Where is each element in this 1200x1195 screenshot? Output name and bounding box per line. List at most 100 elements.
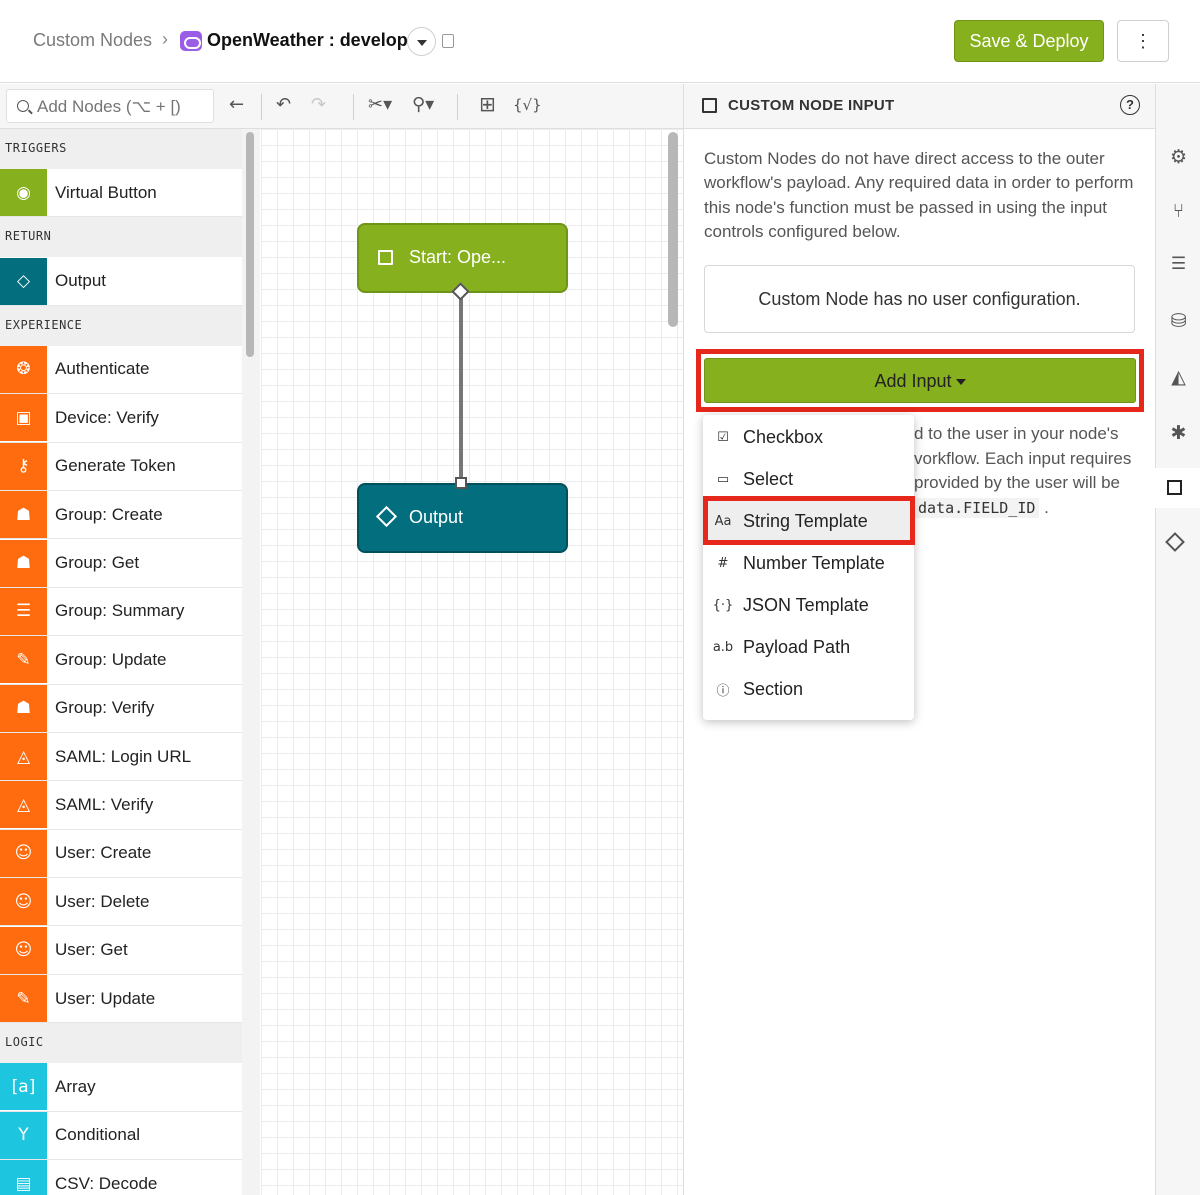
- menu-item-section[interactable]: ⓘ Section: [703, 668, 914, 710]
- palette-node-label: SAML: Verify: [55, 794, 154, 814]
- palette-node-label: Group: Summary: [55, 601, 185, 621]
- csv-icon: ▤: [0, 1160, 47, 1195]
- palette-node-item[interactable]: ☗ Group: Get: [0, 539, 242, 588]
- palette-node-label: Virtual Button: [55, 182, 157, 202]
- group-add-icon: ☗: [0, 491, 47, 539]
- start-node[interactable]: Start: Ope...: [357, 223, 568, 293]
- gear-icon[interactable]: ⚙: [1156, 146, 1200, 168]
- scissors-icon[interactable]: ✂▾: [368, 94, 392, 115]
- version-dropdown-button[interactable]: [407, 27, 436, 56]
- add-input-label: Add Input: [874, 371, 952, 391]
- output-node[interactable]: Output: [357, 483, 568, 553]
- chart-icon[interactable]: ◭: [1156, 366, 1200, 388]
- palette-node-item[interactable]: ◬ SAML: Verify: [0, 781, 242, 830]
- node-palette: TRIGGERS ◉ Virtual Button RETURN ◇ Output EXPE…: [0, 129, 242, 1195]
- select-icon: ▭: [716, 471, 730, 487]
- add-nodes-search[interactable]: [6, 89, 214, 123]
- version-branch-icon[interactable]: ⑂: [1156, 200, 1200, 222]
- target-icon: ◉: [0, 169, 47, 217]
- palette-node-item[interactable]: ▣ Device: Verify: [0, 394, 242, 443]
- json-view-icon[interactable]: {√}: [513, 96, 542, 114]
- palette-node-label: Group: Update: [55, 649, 167, 669]
- empty-config-message: Custom Node has no user configuration.: [704, 265, 1135, 333]
- palette-category-header: EXPERIENCE: [0, 305, 242, 346]
- redo-icon[interactable]: ↷: [311, 94, 326, 115]
- more-options-button[interactable]: ⋮: [1117, 20, 1169, 62]
- custom-node-icon: [1167, 480, 1182, 495]
- palette-node-item[interactable]: ✎ Group: Update: [0, 636, 242, 685]
- palette-node-label: Conditional: [55, 1125, 141, 1145]
- zoom-icon[interactable]: ⚲▾: [412, 94, 434, 115]
- palette-node-item[interactable]: Y Conditional: [0, 1111, 242, 1161]
- palette-scrollbar[interactable]: [246, 132, 254, 357]
- palette-node-item[interactable]: ☺ User: Delete: [0, 878, 242, 927]
- add-input-button[interactable]: Add Input: [704, 358, 1136, 403]
- json-icon: {·}: [712, 597, 734, 613]
- palette-node-item[interactable]: ☗ Group: Create: [0, 491, 242, 540]
- palette-node-item[interactable]: ☺ User: Create: [0, 829, 242, 879]
- array-icon: [a]: [0, 1063, 47, 1111]
- editor-toolbar: ← ↶ ↷ ✂▾ ⚲▾ ⊞ {√}: [0, 84, 683, 129]
- diamond-icon: ◇: [0, 257, 47, 305]
- toolbar-divider: [457, 94, 458, 120]
- menu-item-label: JSON Template: [743, 594, 869, 615]
- help-line: d to the user in your node's: [914, 424, 1119, 443]
- search-icon: [17, 100, 29, 112]
- palette-node-item[interactable]: ◉ Virtual Button: [0, 169, 242, 218]
- palette-node-item[interactable]: [a] Array: [0, 1063, 242, 1112]
- breadcrumb-custom-nodes[interactable]: Custom Nodes: [33, 30, 152, 51]
- menu-item-label: Checkbox: [743, 426, 824, 447]
- palette-node-item[interactable]: ☺ User: Get: [0, 926, 242, 975]
- palette-node-item[interactable]: ❂ Authenticate: [0, 345, 242, 395]
- code-sample: data.FIELD_ID: [914, 497, 1040, 518]
- palette-node-label: User: Get: [55, 940, 128, 960]
- path-icon: a.b: [712, 639, 734, 655]
- menu-item-label: Select: [743, 468, 794, 489]
- debug-bug-icon[interactable]: ✱: [1156, 422, 1200, 444]
- panel-description: Custom Nodes do not have direct access t…: [704, 149, 1134, 241]
- chevron-down-icon: [955, 379, 966, 386]
- palette-node-label: User: Delete: [55, 891, 150, 911]
- palette-node-item[interactable]: ⚷ Generate Token: [0, 442, 242, 491]
- copy-icon[interactable]: [442, 34, 454, 48]
- info-icon: ⓘ: [716, 683, 730, 699]
- menu-item-select[interactable]: ▭ Select: [703, 458, 914, 500]
- collapse-left-arrow-icon[interactable]: ←: [229, 94, 244, 115]
- saml-icon: ◬: [0, 781, 47, 829]
- palette-node-item[interactable]: ✎ User: Update: [0, 975, 242, 1024]
- palette-node-item[interactable]: ◇ Output: [0, 257, 242, 306]
- list-icon[interactable]: ☰: [1156, 254, 1200, 274]
- panel-title: CUSTOM NODE INPUT: [728, 97, 895, 114]
- palette-node-item[interactable]: ☰ Group: Summary: [0, 587, 242, 637]
- undo-icon[interactable]: ↶: [276, 94, 291, 115]
- palette-category-header: LOGIC: [0, 1023, 242, 1064]
- database-icon[interactable]: ⛁: [1156, 310, 1200, 332]
- diamond-icon: [375, 505, 398, 528]
- menu-item-json-template[interactable]: {·} JSON Template: [703, 584, 914, 626]
- hash-icon: #: [717, 555, 729, 571]
- output-input-port[interactable]: [455, 477, 467, 489]
- canvas-scrollbar[interactable]: [668, 132, 678, 327]
- user-add-icon: ☺: [0, 829, 47, 877]
- right-rail: ⚙ ⑂ ☰ ⛁ ◭ ✱: [1155, 84, 1200, 1195]
- palette-node-item[interactable]: ☗ Group: Verify: [0, 684, 242, 733]
- palette-node-item[interactable]: ▤ CSV: Decode: [0, 1160, 242, 1195]
- add-comment-icon[interactable]: ⊞: [479, 92, 496, 116]
- cloud-app-icon: [180, 31, 202, 51]
- palette-node-label: Device: Verify: [55, 407, 159, 427]
- checkbox-icon: ☑: [717, 429, 729, 445]
- save-deploy-button[interactable]: Save & Deploy: [954, 20, 1104, 62]
- palette-node-label: SAML: Login URL: [55, 746, 192, 766]
- palette-node-item[interactable]: ◬ SAML: Login URL: [0, 733, 242, 782]
- menu-item-number-template[interactable]: # Number Template: [703, 542, 914, 584]
- menu-item-payload-path[interactable]: a.b Payload Path: [703, 626, 914, 668]
- help-icon[interactable]: ?: [1120, 95, 1140, 115]
- custom-node-icon: [378, 250, 393, 265]
- palette-node-label: Group: Create: [55, 504, 163, 524]
- connection-wire[interactable]: [459, 293, 463, 483]
- help-line-end: .: [1039, 497, 1049, 517]
- output-node-label: Output: [409, 507, 464, 527]
- add-nodes-input[interactable]: [37, 96, 207, 118]
- palette-node-label: Generate Token: [55, 456, 176, 476]
- menu-item-checkbox[interactable]: ☑ Checkbox: [703, 416, 914, 458]
